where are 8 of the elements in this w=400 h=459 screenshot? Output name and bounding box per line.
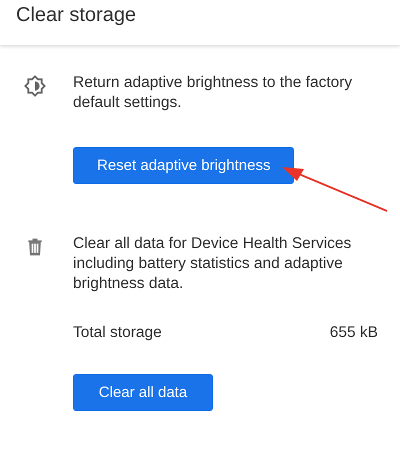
description-text: Return adaptive brightness to the factory default settings. [73, 73, 354, 113]
description-text: Clear all data for Device Health Services including battery statistics and adaptive brightness data. [73, 234, 352, 294]
action-button[interactable]: Reset adaptive brightness [73, 147, 294, 184]
storage-value: 655 kB [330, 324, 378, 342]
action-button[interactable]: Clear all data [73, 374, 213, 411]
brightness-icon [24, 75, 46, 97]
storage-label: Total storage [73, 324, 162, 342]
screen-title: Clear storage [16, 4, 136, 27]
